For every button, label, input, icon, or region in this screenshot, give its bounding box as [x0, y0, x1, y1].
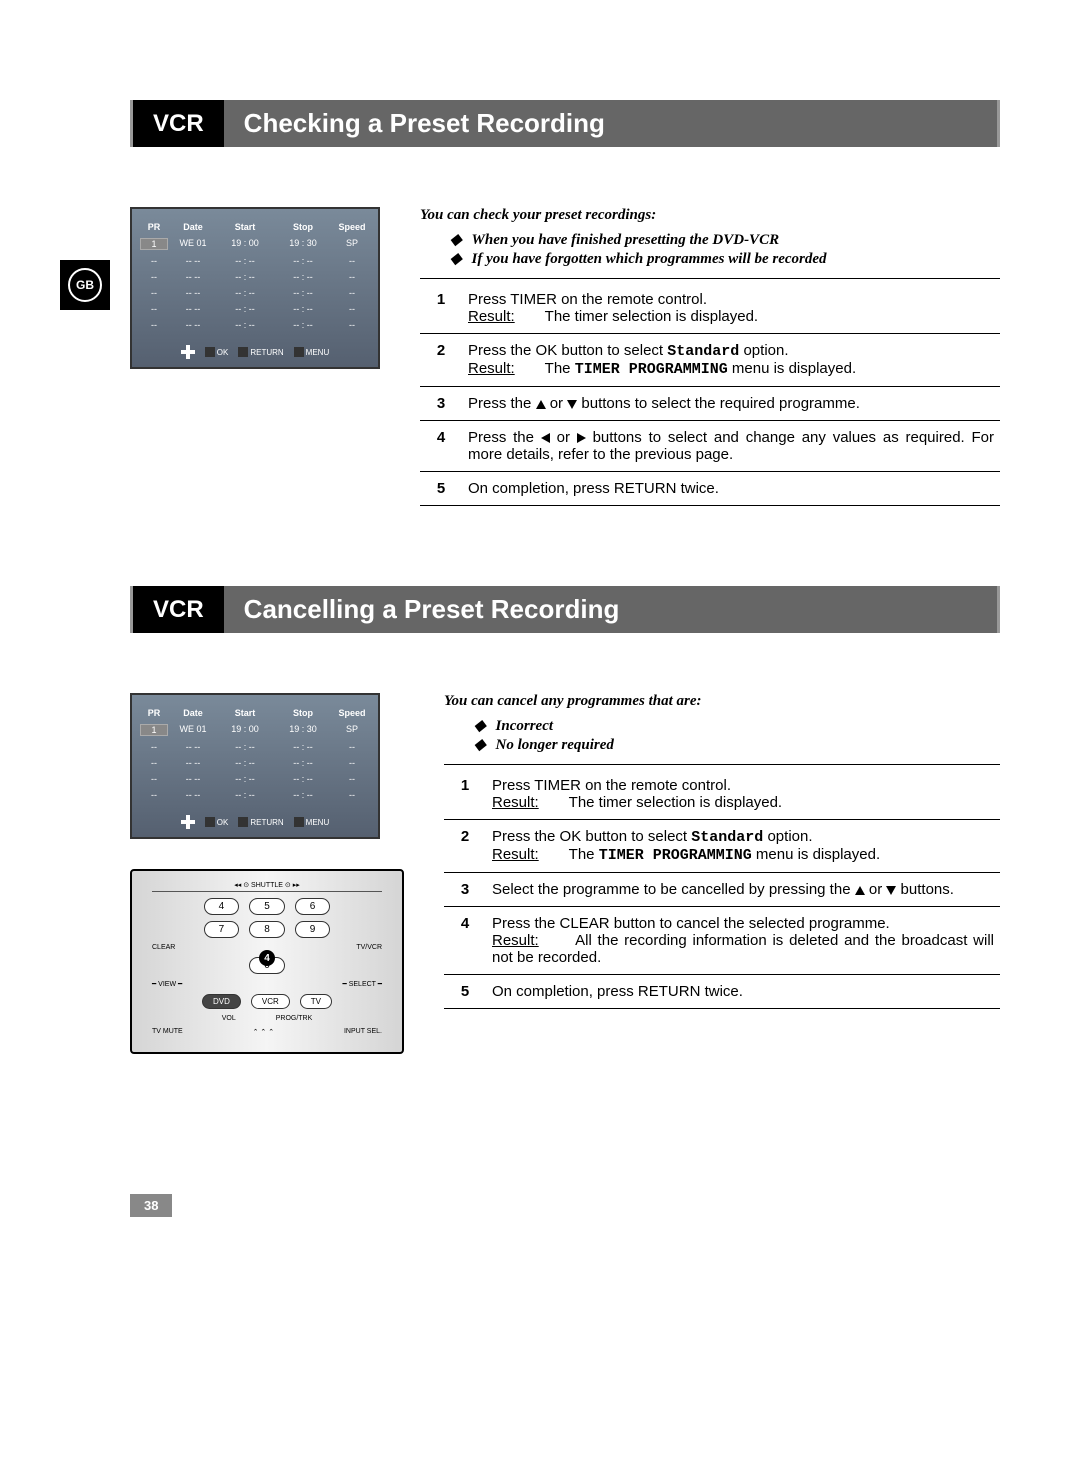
up-arrow-icon	[855, 886, 865, 895]
steps-table-1: 1 Press TIMER on the remote control. Res…	[420, 283, 1000, 506]
steps-table-2: 1 Press TIMER on the remote control. Res…	[444, 769, 1000, 1009]
osd-screen-2: PR Date Start Stop Speed 1 WE 01 19 : 00…	[130, 693, 380, 839]
gb-badge: GB	[60, 260, 110, 310]
intro-text: You can cancel any programmes that are: …	[444, 693, 1000, 765]
gb-label: GB	[68, 268, 102, 302]
dpad-icon	[181, 345, 195, 359]
section-title-bar-2: VCR Cancelling a Preset Recording	[130, 586, 1000, 633]
vcr-tag: VCR	[133, 586, 224, 633]
down-arrow-icon	[567, 400, 577, 409]
vcr-tag: VCR	[133, 100, 224, 147]
callout-badge: 4	[259, 950, 275, 966]
left-arrow-icon	[541, 433, 550, 443]
down-arrow-icon	[886, 886, 896, 895]
up-arrow-icon	[536, 400, 546, 409]
section-title: Checking a Preset Recording	[224, 100, 997, 147]
page-number: 38	[130, 1194, 172, 1217]
dpad-icon	[181, 815, 195, 829]
intro-text: You can check your preset recordings: Wh…	[420, 207, 1000, 279]
remote-illustration: ◂◂ ⊙ SHUTTLE ⊙ ▸▸ 4 5 6 7 8 9 CLEARTV/VC…	[130, 869, 404, 1054]
osd-screen-1: PR Date Start Stop Speed 1 WE 01 19 : 00…	[130, 207, 380, 369]
section-title: Cancelling a Preset Recording	[224, 586, 997, 633]
right-arrow-icon	[577, 433, 586, 443]
section-title-bar-1: VCR Checking a Preset Recording	[130, 100, 1000, 147]
